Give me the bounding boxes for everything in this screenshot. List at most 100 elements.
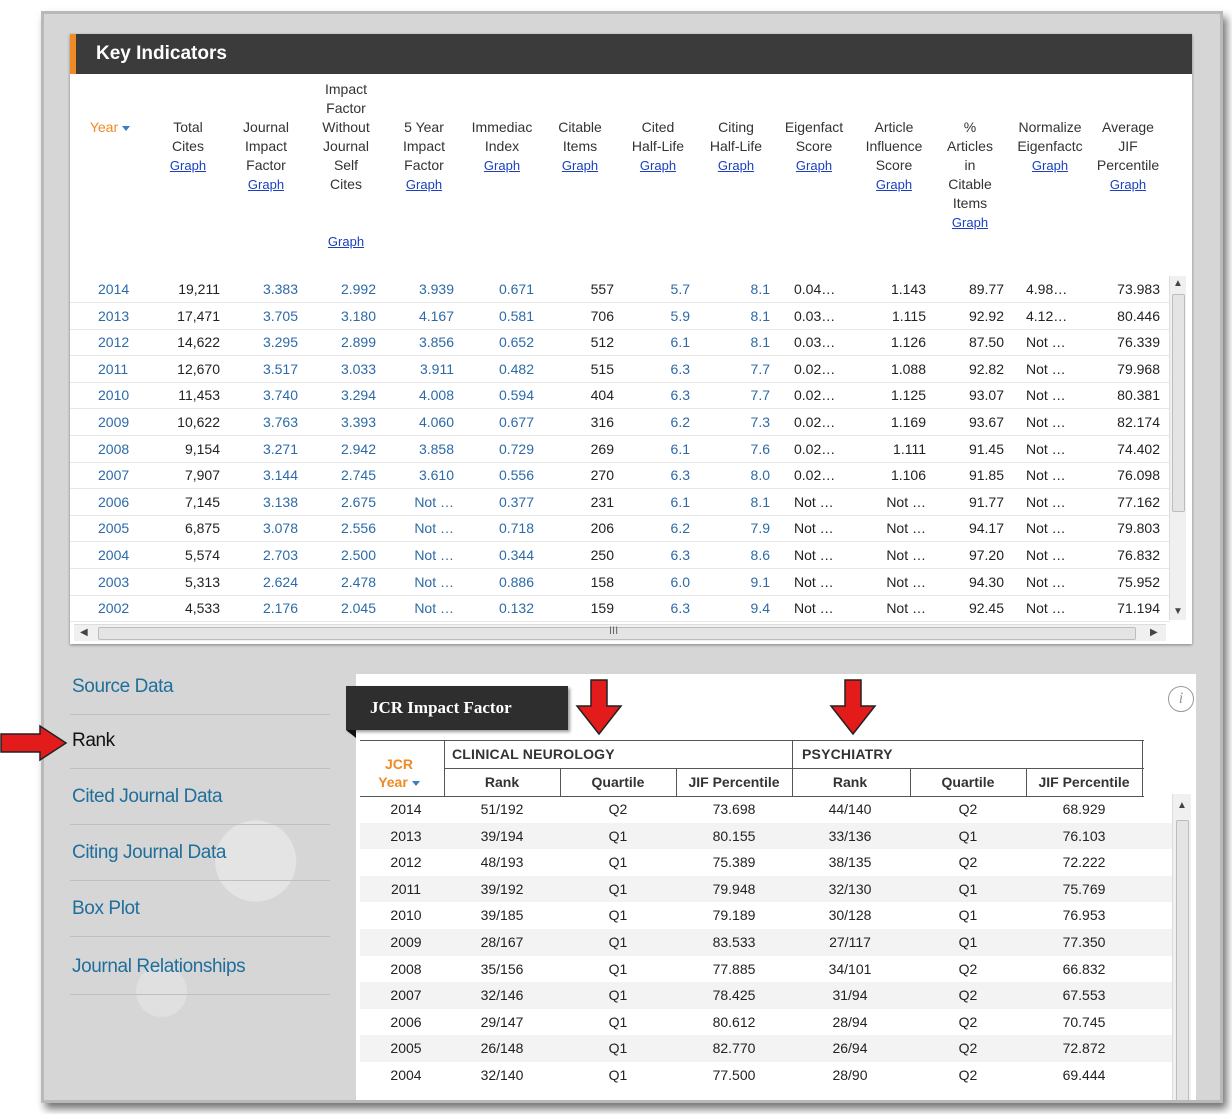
table-cell: 1.111 [893, 440, 926, 457]
rank-table-cell: Q1 [958, 827, 978, 844]
tab-fold-decoration [346, 730, 356, 738]
table-cell: 3.858 [418, 440, 454, 457]
column-header-label: Year [89, 119, 119, 135]
rank-table-row: 2014 51/192 Q2 73.698 44/140 Q2 68.929 [360, 796, 1172, 823]
graph-link[interactable]: Graph [226, 175, 306, 194]
rank-table-cell: Q2 [958, 1040, 978, 1057]
graph-link[interactable]: Graph [854, 175, 934, 194]
rank-table-cell: 2004 [390, 1067, 422, 1083]
rank-scrollbar-thumb[interactable] [1176, 820, 1189, 1100]
info-icon[interactable]: i [1168, 686, 1194, 712]
graph-link[interactable]: Graph [774, 156, 854, 175]
table-cell: 3.939 [418, 281, 454, 297]
rank-table-cell: 2006 [390, 1013, 422, 1030]
rank-table-cell: 76.103 [1062, 827, 1106, 844]
table-cell: Not … [1026, 520, 1066, 537]
table-row: 2009 10,622 3.763 3.393 4.060 0.677 316 6.2 7.3 0… [70, 409, 1170, 436]
rank-vertical-scrollbar[interactable]: ▲ [1172, 794, 1191, 1100]
sidebar-item-box-plot[interactable]: Box Plot [72, 898, 140, 920]
rank-table-cell: 30/128 [828, 907, 872, 924]
sidebar-item-cited-journal-data[interactable]: Cited Journal Data [72, 786, 223, 808]
rank-table-cell: Q1 [608, 987, 628, 1004]
table-cell: 5,313 [184, 573, 220, 590]
table-cell: 0.482 [498, 360, 534, 377]
column-header-1: Total Cites Graph [148, 118, 228, 175]
horizontal-scrollbar[interactable]: ◀ III ▶ [74, 624, 1166, 641]
rank-table-cell: Q1 [958, 880, 978, 897]
table-cell: 515 [590, 360, 614, 377]
sidebar-item-rank[interactable]: Rank [72, 730, 115, 752]
sort-caret-icon[interactable] [122, 125, 131, 131]
table-cell: 6.3 [670, 600, 690, 617]
graph-link[interactable]: Graph [306, 232, 386, 251]
table-cell: Not … [886, 600, 926, 617]
scroll-right-arrow-icon[interactable]: ▶ [1150, 627, 1158, 638]
graph-link[interactable]: Graph [618, 156, 698, 175]
table-cell: 8.1 [750, 493, 770, 510]
table-cell: 0.344 [498, 547, 534, 563]
rank-table-cell: 2011 [390, 880, 422, 897]
table-cell: 80.381 [1117, 387, 1160, 404]
table-cell: 557 [590, 281, 614, 297]
table-cell: Not … [886, 520, 926, 537]
table-cell: 76.339 [1117, 334, 1160, 351]
rank-table-cell: 2010 [390, 907, 422, 924]
table-cell: Not … [886, 493, 926, 510]
column-header-label: Immediac Index [471, 119, 533, 154]
rank-subcolumn-header: Quartile [941, 774, 995, 790]
sidebar-item-source-data[interactable]: Source Data [72, 676, 174, 698]
sidebar-item-citing-journal-data[interactable]: Citing Journal Data [72, 842, 226, 864]
table-cell: 3.517 [262, 360, 298, 377]
rank-table-row: 2004 32/140 Q1 77.500 28/90 Q2 69.444 [360, 1062, 1172, 1089]
jcr-impact-factor-tab[interactable]: JCR Impact Factor [346, 686, 568, 730]
table-cell: 0.02… [794, 414, 836, 430]
graph-link[interactable]: Graph [148, 156, 228, 175]
graph-link[interactable]: Graph [930, 213, 1010, 232]
column-header-0[interactable]: Year [70, 118, 150, 137]
rank-table-cell: 27/117 [829, 934, 871, 950]
rank-table-cell: 79.189 [712, 907, 756, 924]
table-cell: 404 [590, 387, 614, 404]
rank-table-cell: 77.500 [712, 1067, 756, 1083]
graph-link[interactable]: Graph [1010, 156, 1090, 175]
column-header-label: Impact Factor Without Journal Self Cites [322, 81, 370, 192]
table-cell: 2005 [98, 520, 130, 537]
scroll-down-arrow-icon[interactable]: ▼ [1173, 606, 1183, 617]
scroll-left-arrow-icon[interactable]: ◀ [80, 627, 88, 638]
scrollbar-thumb[interactable] [1172, 294, 1185, 512]
column-header-label: Citable Items [558, 119, 602, 154]
vertical-scrollbar[interactable]: ▲ ▼ [1169, 276, 1186, 620]
graph-link[interactable]: Graph [540, 156, 620, 175]
rank-table-cell: 28/94 [832, 1013, 868, 1030]
table-cell: 6.2 [670, 520, 690, 537]
column-header-10: Article Influence Score Graph [854, 118, 934, 194]
column-header-label: % Articles in Citable Items [947, 119, 993, 211]
graph-link[interactable]: Graph [696, 156, 776, 175]
column-header-label: Journal Impact Factor [243, 119, 289, 173]
table-cell: 2009 [98, 414, 130, 430]
table-row: 2011 12,670 3.517 3.033 3.911 0.482 515 6.3 7.7 0… [70, 356, 1170, 383]
rank-table-cell: 2013 [390, 827, 422, 844]
column-header-label: Total Cites [172, 119, 204, 154]
table-cell: 82.174 [1117, 414, 1160, 430]
table-cell: 1.088 [890, 360, 926, 377]
horizontal-scrollbar-thumb[interactable]: III [98, 625, 1136, 640]
rank-table-cell: 77.350 [1062, 934, 1106, 950]
sort-caret-icon[interactable] [411, 780, 420, 786]
table-cell: 6.3 [670, 467, 690, 484]
graph-link[interactable]: Graph [384, 175, 464, 194]
table-cell: 6.1 [670, 493, 690, 510]
scroll-up-arrow-icon[interactable]: ▲ [1173, 278, 1183, 289]
rank-year-header[interactable]: Year [374, 774, 424, 790]
table-cell: 17,471 [177, 307, 220, 324]
rank-table-cell: 72.872 [1062, 1040, 1106, 1057]
table-cell: 8.1 [750, 281, 770, 297]
graph-link[interactable]: Graph [462, 156, 542, 175]
key-indicators-panel: Key Indicators 2014 19,211 3.383 2.992 3.939… [70, 34, 1192, 644]
table-cell: 92.45 [968, 600, 1004, 617]
sidebar-item-journal-relationships[interactable]: Journal Relationships [72, 956, 246, 978]
rank-scroll-up-arrow-icon[interactable]: ▲ [1177, 800, 1187, 811]
table-cell: 76.098 [1117, 467, 1160, 484]
table-cell: 6.3 [670, 547, 690, 563]
graph-link[interactable]: Graph [1088, 175, 1168, 194]
